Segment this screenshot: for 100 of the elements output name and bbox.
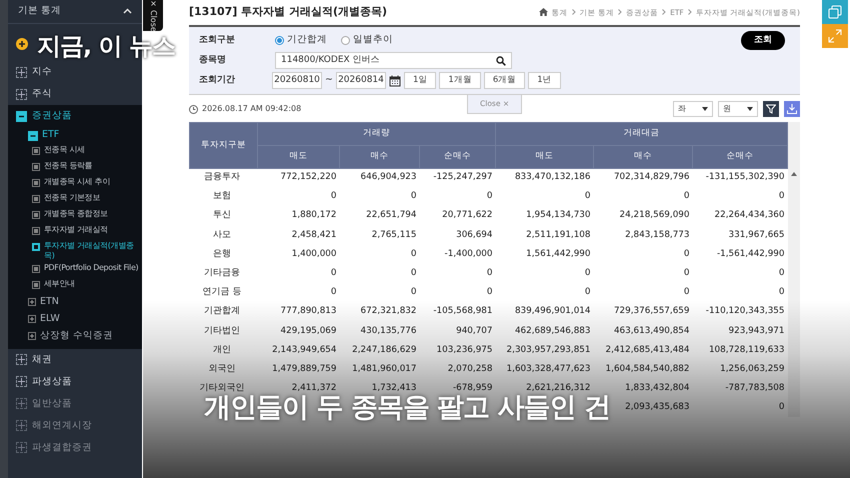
table-cell-text: 0 [410, 266, 418, 280]
period-button[interactable]: 6개월 [484, 72, 526, 89]
table-cell-text: 2,511,191,108 [525, 228, 592, 242]
close-tab[interactable]: × Close [143, 0, 163, 31]
period-button[interactable]: 1년 [528, 72, 561, 89]
table-cell-text: 1,604,584,540,882 [604, 362, 690, 376]
table-cell-text: 306,694 [455, 228, 494, 242]
sidebar-item[interactable]: ETN [40, 295, 59, 310]
scrollbar[interactable] [788, 122, 800, 418]
caret-icon[interactable] [747, 107, 753, 111]
scroll-up-icon[interactable] [788, 172, 800, 176]
table-cell-text: 0 [584, 266, 592, 280]
row-header: 외국인 [208, 362, 236, 376]
table-cell-text: 0 [778, 286, 786, 300]
sidebar-title: 기본 통계 [18, 4, 62, 18]
row-header: 사모 [212, 228, 232, 242]
page-title: [13107] 투자자별 거래실적(개별종목) [189, 4, 388, 20]
sidebar-item[interactable]: 채권 [32, 352, 52, 367]
download-button[interactable] [784, 101, 800, 117]
copy-button[interactable] [822, 0, 848, 24]
home-icon[interactable] [538, 8, 548, 16]
search-field[interactable]: 114800/KODEX 인버스 [275, 52, 512, 69]
date-field[interactable]: 20260810 [272, 72, 322, 89]
table-cell-text: 0 [584, 286, 592, 300]
dropdown[interactable]: 원 [718, 101, 758, 117]
sidebar-item[interactable]: ELW [40, 312, 60, 326]
plus-icon[interactable] [16, 376, 27, 388]
sidebar-item[interactable]: 지수 [32, 64, 52, 80]
date-field[interactable]: 20260814 [336, 72, 386, 89]
table-cell-text: 24,218,569,090 [618, 209, 690, 222]
plus-icon[interactable] [28, 332, 36, 340]
period-button[interactable]: 1개월 [439, 72, 481, 89]
plus-icon[interactable] [16, 66, 27, 78]
dropdown[interactable]: 좌 [673, 101, 713, 117]
plus-icon[interactable] [16, 354, 27, 366]
table-cell-text: 20,771,622 [441, 209, 494, 222]
row-header: 기타금융 [203, 266, 241, 280]
table-cell-text: 0 [682, 248, 690, 261]
table-cell: 2,093,435,683 [625, 402, 690, 412]
table-cell-text: 2,843,158,773 [624, 228, 690, 242]
field-label: 조회기간 [199, 74, 236, 87]
row-header: 은행 [212, 248, 232, 261]
table-cell-text: 0 [682, 190, 690, 204]
sidebar-item[interactable]: 주식 [32, 86, 52, 102]
plus-icon[interactable] [28, 315, 36, 324]
plus-icon[interactable] [28, 298, 36, 306]
chevron-icon [688, 9, 692, 16]
field-label: 조회구분 [199, 34, 236, 47]
sidebar-item[interactable]: 상장형 수익증권 [40, 329, 114, 344]
minus-icon[interactable] [16, 110, 27, 122]
column-header: 거래량 [258, 122, 496, 145]
plus-icon[interactable] [16, 88, 27, 100]
period-button[interactable]: 1일 [404, 72, 436, 89]
row-header: 보험 [212, 190, 232, 204]
column-header: 매수 [340, 145, 420, 168]
table-cell: 702,314,829,796 [594, 168, 692, 188]
table-cell-text: 1,479,889,759 [271, 362, 338, 376]
sidebar-item[interactable]: 증권상품 [32, 108, 72, 124]
minus-icon[interactable] [28, 130, 38, 140]
table-cell-text: 2,412,685,413,484 [604, 344, 690, 357]
table-cell-text: 331,967,665 [728, 228, 786, 242]
chevron-icon [572, 9, 576, 16]
caret-icon[interactable] [702, 107, 708, 111]
table-cell: -131,155,302,390 [692, 168, 788, 188]
table-cell-text: 429,195,069 [280, 324, 338, 338]
table-cell-text: -1,400,000 [444, 248, 494, 261]
row-header: 개인 [212, 344, 232, 357]
search-icon[interactable] [496, 56, 506, 66]
sidebar-item[interactable]: 일반상품 [32, 396, 72, 411]
table-cell-text: 940,707 [455, 324, 494, 338]
chevron-icon [662, 9, 666, 16]
table-cell-text: 2,070,258 [446, 362, 494, 376]
plus-icon[interactable] [16, 38, 28, 50]
table-cell: 646,904,923 [340, 168, 420, 188]
sidebar-item[interactable]: ETF [42, 128, 60, 143]
table-cell-text: 0 [584, 190, 592, 204]
radio-option[interactable]: 일별추이 [341, 33, 393, 48]
table-cell-text: 0 [330, 266, 338, 280]
sidebar-item[interactable]: 파생결합증권 [32, 440, 92, 455]
sidebar-item[interactable]: 해외연계시장 [32, 418, 92, 433]
radio-option[interactable]: 기간합계 [275, 33, 327, 48]
chevron-icon [618, 9, 622, 16]
table-cell-text: 0 [778, 266, 786, 280]
field-label: 종목명 [199, 54, 227, 67]
copy-icon [828, 5, 842, 19]
row-header: 연기금 등 [202, 286, 242, 300]
search-button[interactable]: 조회 [741, 30, 785, 50]
filter-button[interactable] [763, 101, 779, 117]
table-cell-text: 103,236,975 [436, 344, 494, 357]
table-cell-text: 1,256,063,259 [719, 362, 786, 376]
table-cell-text: 1,833,432,804 [624, 382, 690, 396]
table-cell-text: 1,954,134,730 [525, 209, 592, 222]
table-cell: 833,470,132,186 [496, 168, 594, 188]
calendar-icon[interactable] [388, 74, 401, 86]
table-cell-text: 0 [330, 190, 338, 204]
table-cell-text: 777,890,813 [280, 305, 338, 318]
table-cell-text: 0 [682, 286, 690, 300]
table-cell-text: 2,303,957,293,851 [506, 344, 592, 357]
table-cell-text: 1,400,000 [290, 248, 338, 261]
sidebar-item[interactable]: 파생상품 [32, 374, 72, 389]
